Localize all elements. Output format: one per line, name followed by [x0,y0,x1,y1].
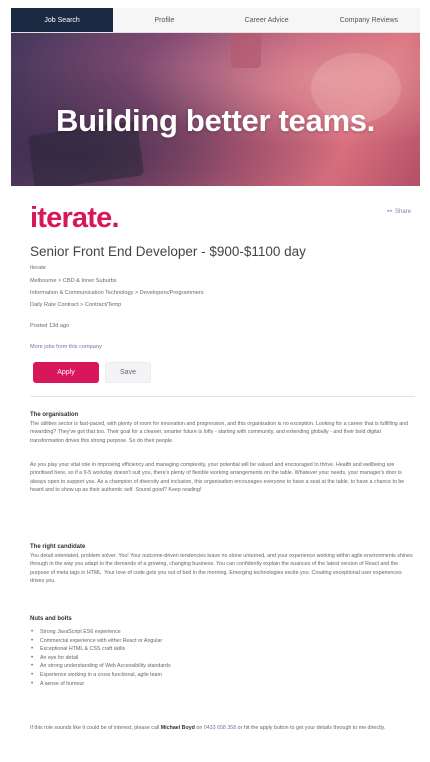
banner-decoration [231,33,261,68]
closing-text: or hit the apply button to get your deta… [237,725,386,731]
org-paragraph-2: As you play your vital role in improving… [30,462,405,494]
phone-link[interactable]: 0433 658 358 [204,725,236,731]
share-icon: ⚯ [386,209,392,215]
nuts-bolts-heading: Nuts and bolts [30,616,72,622]
apply-button[interactable]: Apply [33,362,99,383]
org-paragraph-1: The utilities sector is fast-paced, with… [30,421,409,444]
page: Job Search Profile Career Advice Company… [0,0,430,762]
requirements-list: Strong JavaScript ES6 experience Commerc… [30,628,410,688]
company-name[interactable]: Iterate [30,265,46,271]
closing-text: on [196,725,203,731]
closing-paragraph: If this role sounds like it could be of … [30,724,413,732]
contact-name: Michael Boyd [160,725,195,731]
tab-career-advice[interactable]: Career Advice [216,8,318,32]
top-nav: Job Search Profile Career Advice Company… [11,8,420,33]
list-item: Strong JavaScript ES6 experience [30,628,410,637]
save-button[interactable]: Save [105,362,151,383]
list-item: An strong understanding of Web Accessibi… [30,662,410,671]
more-jobs-link[interactable]: More jobs from this company [30,344,102,350]
tab-profile[interactable]: Profile [113,8,215,32]
list-item: Experience working in a cross functional… [30,671,410,680]
list-item: A sense of humour [30,680,410,689]
share-button[interactable]: ⚯ Share [386,208,411,216]
job-work-type: Daily Rate Contract > Contract/Temp [30,302,122,308]
job-category: Information & Communication Technology >… [30,290,204,296]
share-label: Share [394,208,411,215]
company-logo: iterate. [30,202,120,234]
candidate-paragraph: You detail orientated, problem solver. Y… [30,553,413,585]
tab-job-search[interactable]: Job Search [11,8,114,32]
candidate-heading: The right candidate [30,544,86,550]
company-banner: Building better teams. [11,33,420,186]
divider [30,396,415,397]
posted-date: Posted 13d ago [30,323,70,329]
org-heading: The organisation [30,412,79,418]
tab-company-reviews[interactable]: Company Reviews [318,8,420,32]
job-title: Senior Front End Developer - $900-$1100 … [30,244,306,259]
list-item: Exceptional HTML & CSS craft skills [30,645,410,654]
banner-title: Building better teams. [56,103,375,138]
closing-text: If this role sounds like it could be of … [30,725,160,731]
list-item: Commercial experience with either React … [30,637,410,646]
job-location: Melbourne > CBD & Inner Suburbs [30,278,117,284]
list-item: An eye for detail [30,654,410,663]
